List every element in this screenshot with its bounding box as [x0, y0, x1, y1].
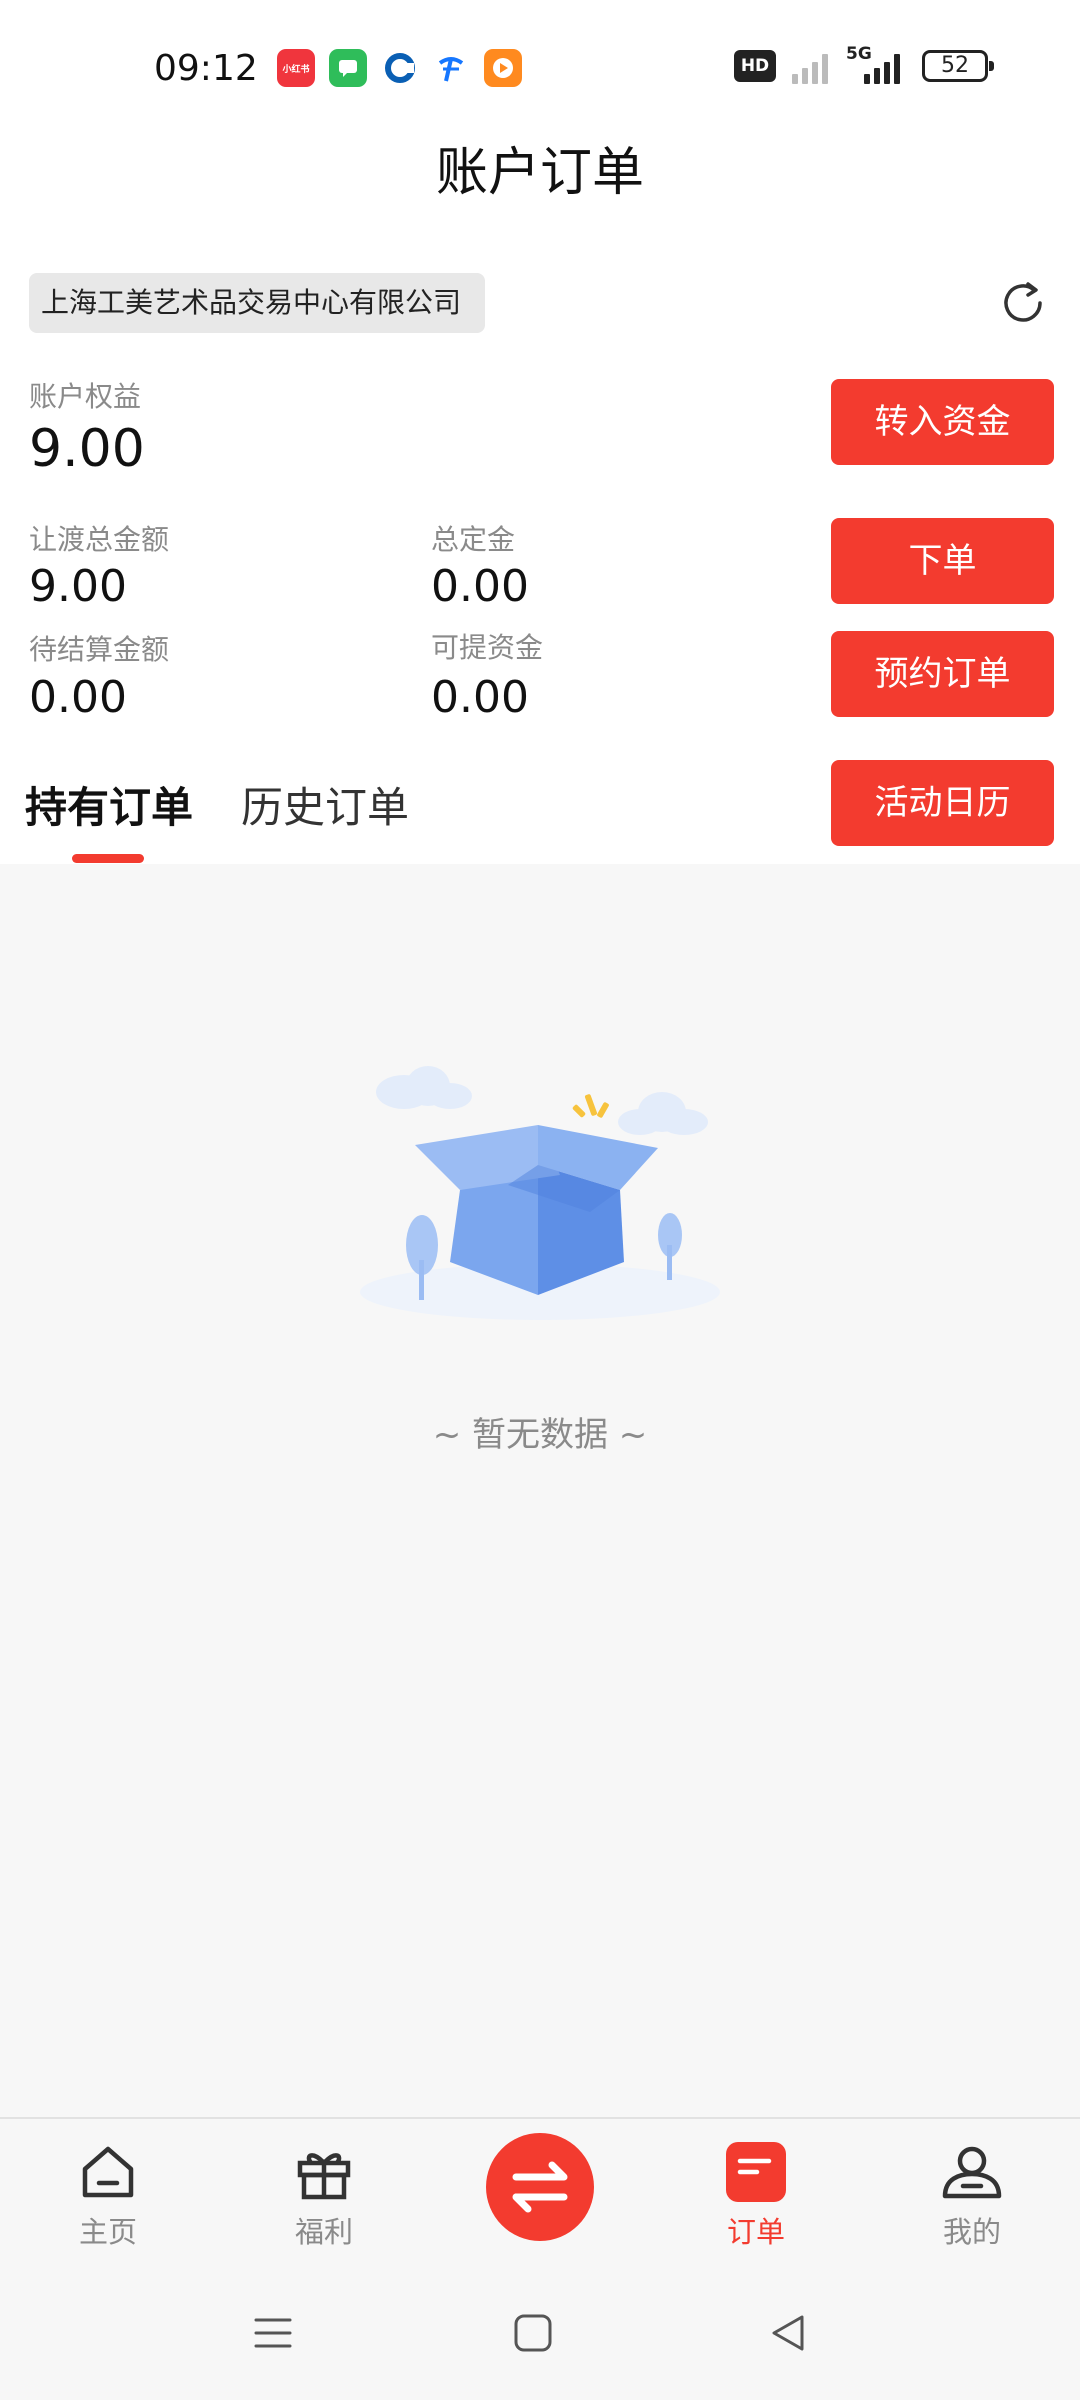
tab-history-orders[interactable]: 历史订单	[241, 778, 409, 838]
orders-icon	[726, 2142, 786, 2202]
nav-home-label: 主页	[78, 2215, 137, 2249]
nav-benefits[interactable]: 福利	[244, 2139, 404, 2269]
status-time: 09:12	[154, 48, 258, 89]
system-navigation-bar	[0, 2280, 1080, 2400]
equity-value: 9.00	[29, 419, 145, 479]
transfer-total-value: 9.00	[29, 561, 127, 612]
empty-state-text: ~ 暂无数据 ~	[432, 1415, 648, 1455]
bank-app-icon	[381, 49, 419, 87]
tab-holding-orders[interactable]: 持有订单	[25, 778, 193, 838]
xiaohongshu-icon: 小红书	[277, 49, 315, 87]
gift-icon	[297, 2153, 351, 2200]
page-title: 账户订单	[435, 143, 644, 203]
withdrawable-value: 0.00	[431, 672, 529, 723]
total-deposit-value: 0.00	[431, 561, 529, 612]
exchange-icon	[512, 2161, 568, 2213]
battery-indicator: 52	[922, 50, 994, 82]
home-square-icon[interactable]	[512, 2312, 554, 2354]
status-bar: 09:12 小红书 HD 5G 52	[0, 0, 1080, 138]
video-app-icon	[484, 49, 522, 87]
home-icon	[82, 2146, 134, 2198]
profile-icon	[942, 2146, 1002, 2199]
withdrawable-label: 可提资金	[431, 631, 544, 664]
nav-benefits-label: 福利	[294, 2215, 353, 2249]
menu-icon[interactable]	[252, 2312, 294, 2354]
equity-label: 账户权益	[29, 380, 142, 413]
reserve-order-button[interactable]: 预约订单	[831, 631, 1054, 717]
company-selector[interactable]: 上海工美艺术品交易中心有限公司	[29, 273, 485, 333]
tab-indicator	[72, 854, 144, 863]
back-icon[interactable]	[768, 2312, 810, 2354]
telecom-icon	[432, 49, 470, 87]
refresh-icon[interactable]	[998, 278, 1048, 328]
place-order-button[interactable]: 下单	[831, 518, 1054, 604]
nav-home[interactable]: 主页	[28, 2139, 188, 2269]
transfer-total-label: 让渡总金额	[29, 523, 170, 556]
nav-mine-label: 我的	[942, 2215, 1001, 2249]
nav-mine[interactable]: 我的	[892, 2139, 1052, 2269]
deposit-funds-button[interactable]: 转入资金	[831, 379, 1054, 465]
empty-box-illustration	[340, 1040, 740, 1340]
message-icon	[329, 49, 367, 87]
hd-indicator: HD	[734, 50, 776, 82]
pending-value: 0.00	[29, 672, 127, 723]
signal-2-icon	[864, 50, 900, 84]
total-deposit-label: 总定金	[431, 523, 516, 556]
nav-orders-label: 订单	[726, 2215, 785, 2249]
activity-calendar-button[interactable]: 活动日历	[831, 760, 1054, 846]
bottom-nav: 主页 福利 订单 我的	[0, 2117, 1080, 2280]
pending-label: 待结算金额	[29, 633, 170, 666]
nav-orders[interactable]: 订单	[676, 2139, 836, 2269]
exchange-button[interactable]	[486, 2133, 594, 2241]
signal-1-icon	[792, 50, 828, 84]
